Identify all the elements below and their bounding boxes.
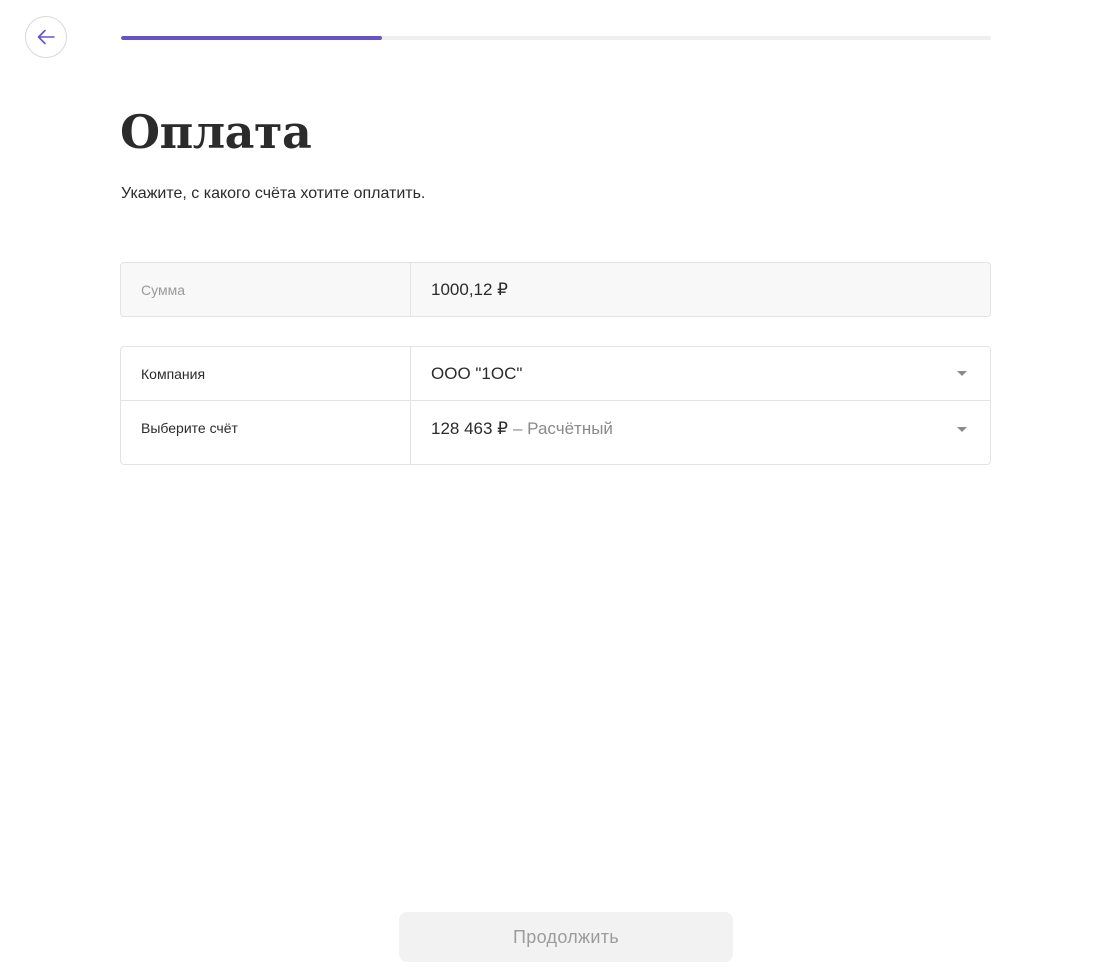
account-balance: 128 463 ₽ (431, 419, 508, 438)
arrow-left-icon (37, 29, 55, 45)
caret-down-icon (957, 427, 967, 432)
back-button[interactable] (25, 16, 67, 58)
account-row: Выберите счёт 128 463 ₽ – Расчётный (121, 401, 990, 464)
page-title: Оплата (120, 105, 312, 159)
company-label: Компания (121, 347, 411, 400)
amount-row: Сумма 1000,12 ₽ (121, 263, 990, 316)
company-row: Компания ООО "1ОС" (121, 347, 990, 401)
company-select-value: ООО "1ОС" (431, 363, 523, 383)
company-select[interactable]: ООО "1ОС" (411, 347, 990, 400)
progress-bar (121, 36, 991, 40)
payment-form-card: Компания ООО "1ОС" Выберите счёт 128 463… (120, 346, 991, 465)
page-subtitle: Укажите, с какого счёта хотите оплатить. (121, 185, 426, 202)
continue-button[interactable]: Продолжить (399, 912, 733, 962)
amount-value: 1000,12 ₽ (431, 279, 508, 299)
progress-bar-fill (121, 36, 382, 40)
caret-down-icon (957, 371, 967, 376)
account-select-value: 128 463 ₽ – Расчётный (431, 419, 613, 439)
amount-card: Сумма 1000,12 ₽ (120, 262, 991, 317)
amount-label: Сумма (121, 263, 411, 316)
account-select[interactable]: 128 463 ₽ – Расчётный (411, 401, 990, 464)
account-label: Выберите счёт (121, 401, 411, 464)
account-type: – Расчётный (513, 419, 613, 438)
